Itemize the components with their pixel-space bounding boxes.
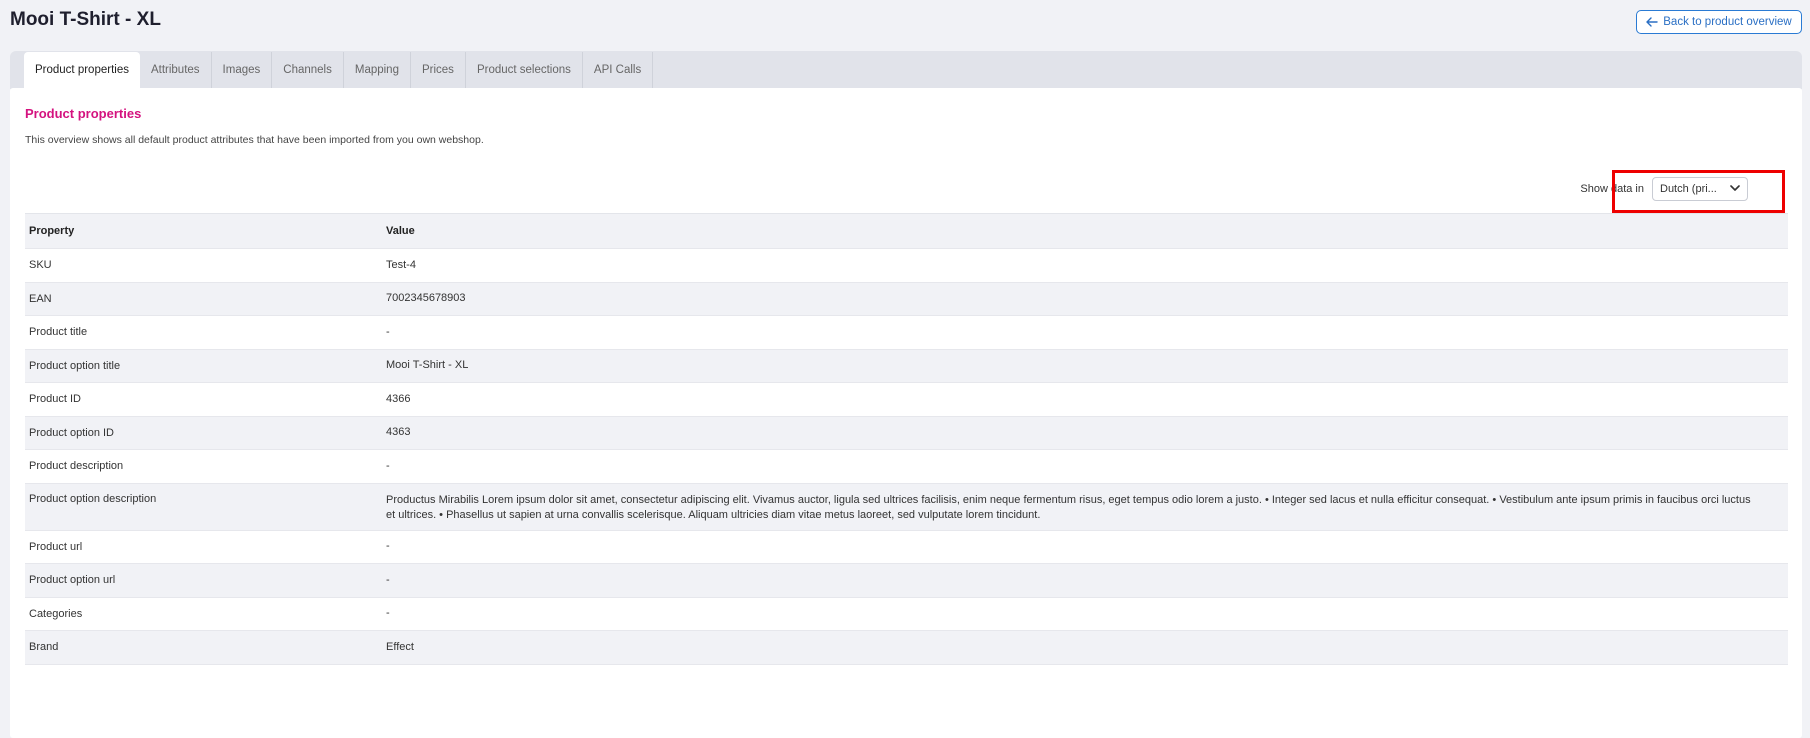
property-cell: Product url [29,540,83,553]
property-cell: Product ID [29,393,81,406]
table-row: SKU Test-4 [25,249,1788,283]
page-title: Mooi T-Shirt - XL [10,9,161,30]
value-cell: - [386,607,390,620]
value-cell: 7002345678903 [386,292,466,305]
property-cell: Product option url [29,574,116,587]
property-cell: EAN [29,292,52,305]
value-cell: Productus Mirabilis Lorem ipsum dolor si… [386,493,1751,521]
tab-api-calls[interactable]: API Calls [583,52,654,88]
value-cell: Mooi T-Shirt - XL [386,359,469,372]
back-to-overview-button[interactable]: Back to product overview [1636,10,1802,34]
product-properties-panel: Product properties This overview shows a… [10,88,1802,738]
tab-bar: Product properties Attributes Images Cha… [10,51,1802,89]
tab-images[interactable]: Images [212,52,273,88]
value-cell: 4366 [386,392,411,405]
table-row: Product option url - [25,564,1788,598]
highlight-box [1612,170,1785,213]
table-row: Product title - [25,316,1788,350]
table-header: Property Value [25,214,1788,249]
table-row: Product url - [25,530,1788,564]
value-cell: 4363 [386,426,411,439]
property-cell: Brand [29,641,59,654]
table-row: Categories - [25,597,1788,631]
table-row: Product option description Productus Mira… [25,483,1788,531]
value-cell: - [386,325,390,338]
property-cell: Product option title [29,359,121,372]
tab-product-properties[interactable]: Product properties [24,52,140,88]
value-cell: Effect [386,640,414,653]
tab-channels[interactable]: Channels [272,52,344,88]
table-row: Brand Effect [25,631,1788,665]
tab-product-selections[interactable]: Product selections [466,52,583,88]
property-cell: Product title [29,326,88,339]
property-cell: SKU [29,259,52,272]
property-cell: Product option ID [29,426,114,439]
table-row: Product option ID 4363 [25,416,1788,450]
table-row: EAN 7002345678903 [25,282,1788,316]
value-cell: - [386,540,390,553]
value-cell: - [386,459,390,472]
section-description: This overview shows all default product … [25,134,484,146]
tab-mapping[interactable]: Mapping [344,52,411,88]
table-row: Product option title Mooi T-Shirt - XL [25,349,1788,383]
properties-table: Property Value SKU Test-4 EAN 7002345678903… [25,213,1788,665]
property-cell: Product description [29,460,124,473]
table-row: Product ID 4366 [25,383,1788,417]
column-header-value: Value [386,224,415,237]
value-cell: Test-4 [386,258,416,271]
arrow-left-icon [1646,17,1658,27]
back-button-label: Back to product overview [1663,16,1792,28]
tab-prices[interactable]: Prices [411,52,466,88]
column-header-property: Property [29,225,75,237]
property-cell: Product option description [29,492,157,505]
table-row: Product description - [25,450,1788,484]
section-title: Product properties [25,106,142,121]
property-cell: Categories [29,607,83,620]
page: Mooi T-Shirt - XL Back to product overvi… [0,0,1810,738]
value-cell: - [386,573,390,586]
tab-attributes[interactable]: Attributes [140,52,212,88]
